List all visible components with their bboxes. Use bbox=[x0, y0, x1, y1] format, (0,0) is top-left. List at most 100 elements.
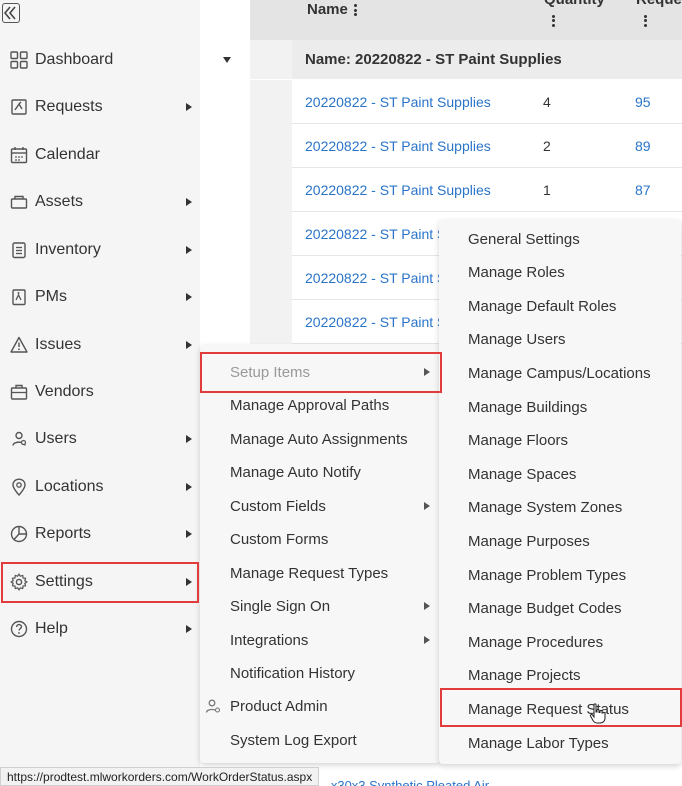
column-menu-icon[interactable] bbox=[354, 3, 358, 18]
chevron-right-icon bbox=[424, 502, 430, 510]
setup-menu-item-manage-system-zones[interactable]: Manage System Zones bbox=[439, 493, 681, 523]
column-header-quantity[interactable]: Quantity bbox=[544, 0, 605, 8]
settings-menu-item-custom-forms[interactable]: Custom Forms bbox=[200, 524, 440, 554]
menu-item-label: System Log Export bbox=[230, 731, 357, 749]
sidebar-item-label: Help bbox=[35, 620, 68, 637]
settings-menu-item-manage-auto-assignments[interactable]: Manage Auto Assignments bbox=[200, 424, 440, 454]
setup-menu-item-manage-labor-types[interactable]: Manage Labor Types bbox=[439, 728, 681, 758]
table-row[interactable]: 20220822 - ST Paint Supplies 2 89 bbox=[250, 124, 682, 168]
setup-menu-item-manage-problem-types[interactable]: Manage Problem Types bbox=[439, 560, 681, 590]
sidebar-item-inventory[interactable]: Inventory bbox=[0, 230, 200, 270]
item-name-link[interactable]: 20220822 - ST Paint S bbox=[305, 270, 446, 286]
column-header-request[interactable]: Reque bbox=[636, 0, 682, 8]
sidebar-item-reports[interactable]: Reports bbox=[0, 514, 200, 554]
group-label: Name: 20220822 - ST Paint Supplies bbox=[305, 51, 562, 68]
chevron-right-icon bbox=[424, 368, 430, 376]
setup-menu-item-general-settings[interactable]: General Settings bbox=[439, 224, 681, 254]
settings-menu-item-single-sign-on[interactable]: Single Sign On bbox=[200, 591, 440, 621]
chevron-right-icon bbox=[186, 483, 192, 491]
setup-menu-item-manage-purposes[interactable]: Manage Purposes bbox=[439, 526, 681, 556]
table-row[interactable]: 20220822 - ST Paint Supplies 1 87 bbox=[250, 168, 682, 212]
hand-cursor-icon bbox=[589, 703, 606, 724]
chevron-right-icon bbox=[186, 293, 192, 301]
chevron-right-icon bbox=[186, 530, 192, 538]
menu-item-label: Manage Campus/Locations bbox=[468, 364, 651, 382]
sidebar-item-users[interactable]: Users bbox=[0, 419, 200, 459]
row-indent bbox=[250, 212, 292, 256]
item-name-link[interactable]: 20220822 - ST Paint S bbox=[305, 226, 446, 242]
request-link[interactable]: 87 bbox=[635, 182, 651, 198]
sidebar-item-locations[interactable]: Locations bbox=[0, 467, 200, 507]
settings-menu-item-custom-fields[interactable]: Custom Fields bbox=[200, 491, 440, 521]
column-header-name[interactable]: Name bbox=[307, 1, 358, 18]
sidebar-item-label: Reports bbox=[35, 525, 92, 542]
menu-item-label: Notification History bbox=[230, 664, 356, 682]
sidebar-item-issues[interactable]: Issues bbox=[0, 325, 200, 365]
collapse-sidebar-button[interactable] bbox=[2, 3, 20, 23]
sidebar-item-dashboard[interactable]: Dashboard bbox=[0, 40, 200, 80]
users-icon bbox=[9, 429, 29, 449]
setup-menu-item-manage-users[interactable]: Manage Users bbox=[439, 325, 681, 355]
settings-menu-item-setup-items[interactable]: Setup Items bbox=[200, 357, 440, 387]
setup-menu-item-manage-budget-codes[interactable]: Manage Budget Codes bbox=[439, 594, 681, 624]
settings-menu: Setup Items Manage Approval Paths Manage A… bbox=[200, 345, 440, 763]
settings-menu-item-integrations[interactable]: Integrations bbox=[200, 625, 440, 655]
item-name-link[interactable]: 20220822 - ST Paint S bbox=[305, 314, 446, 330]
menu-item-label: Setup Items bbox=[230, 363, 311, 381]
chevron-right-icon bbox=[186, 246, 192, 254]
requests-icon bbox=[9, 97, 29, 117]
settings-menu-item-system-log-export[interactable]: System Log Export bbox=[200, 725, 440, 755]
sidebar-item-assets[interactable]: Assets bbox=[0, 182, 200, 222]
settings-menu-item-manage-request-types[interactable]: Manage Request Types bbox=[200, 558, 440, 588]
menu-item-label: Single Sign On bbox=[230, 597, 331, 615]
column-menu-icon[interactable] bbox=[644, 13, 647, 28]
sidebar-item-requests[interactable]: Requests bbox=[0, 87, 200, 127]
item-name-link[interactable]: 20220822 - ST Paint Supplies bbox=[305, 138, 491, 154]
row-indent bbox=[250, 80, 292, 124]
menu-item-label: Manage Problem Types bbox=[468, 566, 627, 584]
settings-menu-item-manage-auto-notify[interactable]: Manage Auto Notify bbox=[200, 457, 440, 487]
sidebar-item-vendors[interactable]: Vendors bbox=[0, 372, 200, 412]
setup-menu-item-manage-default-roles[interactable]: Manage Default Roles bbox=[439, 291, 681, 321]
collapse-group-icon[interactable] bbox=[223, 57, 231, 63]
menu-item-label: Manage Procedures bbox=[468, 633, 604, 651]
setup-menu-item-manage-campus-locations[interactable]: Manage Campus/Locations bbox=[439, 358, 681, 388]
chevron-right-icon bbox=[186, 198, 192, 206]
sidebar-item-pms[interactable]: PMs bbox=[0, 277, 200, 317]
setup-menu-item-manage-floors[interactable]: Manage Floors bbox=[439, 426, 681, 456]
setup-menu-item-manage-request-status[interactable]: Manage Request Status bbox=[439, 694, 681, 724]
menu-item-label: Manage Buildings bbox=[468, 398, 588, 416]
sidebar-item-label: Locations bbox=[35, 478, 104, 495]
setup-menu-item-manage-procedures[interactable]: Manage Procedures bbox=[439, 627, 681, 657]
calendar-icon bbox=[9, 145, 29, 165]
menu-item-label: Manage Users bbox=[468, 331, 566, 349]
row-indent bbox=[250, 300, 292, 344]
sidebar-item-settings[interactable]: Settings bbox=[0, 562, 200, 602]
group-row[interactable]: Name: 20220822 - ST Paint Supplies bbox=[223, 40, 682, 79]
settings-menu-item-product-admin[interactable]: Product Admin bbox=[200, 691, 440, 721]
setup-menu-item-manage-roles[interactable]: Manage Roles bbox=[439, 258, 681, 288]
request-link[interactable]: 95 bbox=[635, 94, 651, 110]
reports-icon bbox=[9, 524, 29, 544]
setup-menu-item-manage-spaces[interactable]: Manage Spaces bbox=[439, 459, 681, 489]
sidebar-item-calendar[interactable]: Calendar bbox=[0, 135, 200, 175]
table-row[interactable]: 20220822 - ST Paint Supplies 4 95 bbox=[250, 80, 682, 124]
pms-icon bbox=[9, 287, 29, 307]
sidebar-item-label: Dashboard bbox=[35, 51, 114, 68]
menu-item-label: Manage Labor Types bbox=[468, 734, 609, 752]
row-indent bbox=[250, 124, 292, 168]
chevron-right-icon bbox=[186, 103, 192, 111]
menu-item-label: Manage System Zones bbox=[468, 499, 623, 517]
group-indent bbox=[250, 40, 292, 79]
setup-menu-item-manage-buildings[interactable]: Manage Buildings bbox=[439, 392, 681, 422]
settings-menu-item-notification-history[interactable]: Notification History bbox=[200, 658, 440, 688]
item-name-link[interactable]: 20220822 - ST Paint Supplies bbox=[305, 94, 491, 110]
setup-menu-item-manage-projects[interactable]: Manage Projects bbox=[439, 661, 681, 691]
request-link[interactable]: 89 bbox=[635, 138, 651, 154]
inventory-icon bbox=[9, 240, 29, 260]
sidebar-item-help[interactable]: Help bbox=[0, 609, 200, 649]
settings-menu-item-manage-approval-paths[interactable]: Manage Approval Paths bbox=[200, 390, 440, 420]
sidebar-item-label: Assets bbox=[35, 193, 84, 210]
item-name-link[interactable]: 20220822 - ST Paint Supplies bbox=[305, 182, 491, 198]
column-menu-icon[interactable] bbox=[552, 13, 555, 28]
